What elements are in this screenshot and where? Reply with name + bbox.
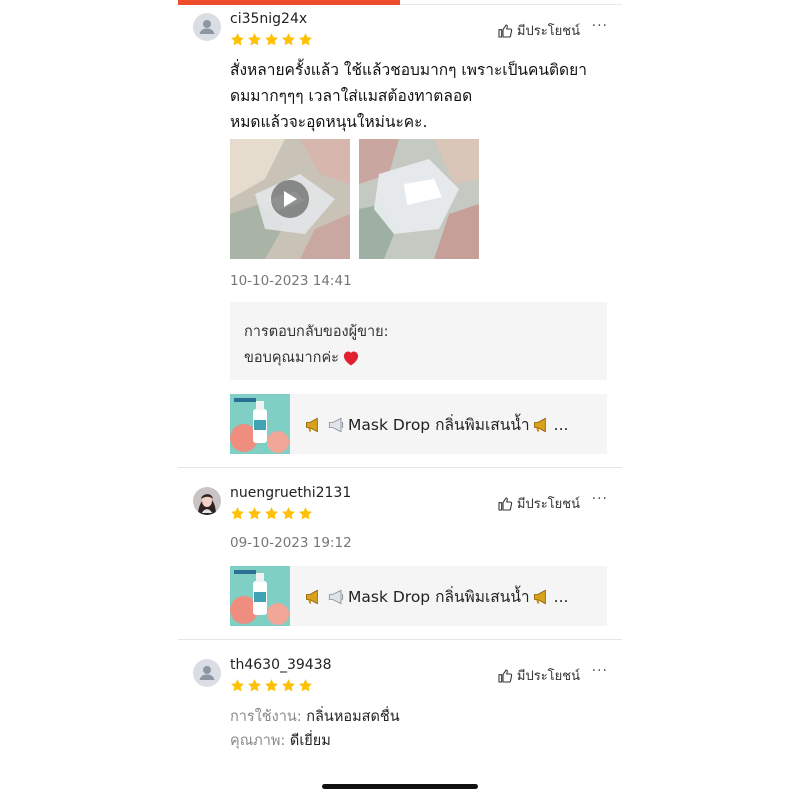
product-name-text: Mask Drop กลิ่นพิมเสนน้ำ bbox=[348, 588, 530, 606]
star-icon bbox=[281, 506, 296, 521]
star-rating bbox=[230, 32, 313, 48]
attribute-value: ดีเยี่ยม bbox=[289, 733, 331, 749]
star-icon bbox=[247, 506, 262, 521]
star-icon bbox=[247, 678, 262, 693]
star-rating bbox=[230, 678, 313, 694]
star-icon bbox=[298, 32, 313, 47]
star-icon bbox=[230, 506, 245, 521]
more-options-button[interactable]: ··· bbox=[592, 491, 608, 507]
review-card: nuengruethi2131 มีประโยชน์ ··· 09-10-202… bbox=[178, 468, 622, 638]
review-text-line: หมดแล้วจะอุดหนุนใหม่นะคะ. bbox=[230, 113, 428, 131]
seller-reply-body: ขอบคุณมากค่ะ bbox=[244, 346, 361, 369]
product-link[interactable]: Mask Drop กลิ่นพิมเสนน้ำ ... bbox=[230, 394, 607, 454]
profile-photo bbox=[193, 487, 221, 515]
star-icon bbox=[247, 32, 262, 47]
product-name-ellipsis: ... bbox=[553, 587, 569, 606]
star-icon bbox=[264, 506, 279, 521]
review-media bbox=[230, 139, 479, 259]
username[interactable]: th4630_39438 bbox=[230, 657, 332, 673]
seller-reply-title: การตอบกลับของผู้ขาย: bbox=[244, 324, 389, 340]
star-icon bbox=[230, 32, 245, 47]
helpful-label: มีประโยชน์ bbox=[516, 497, 580, 512]
star-icon bbox=[281, 678, 296, 693]
seller-reply: การตอบกลับของผู้ขาย: ขอบคุณมากค่ะ bbox=[230, 302, 607, 380]
star-rating bbox=[230, 506, 313, 522]
username[interactable]: ci35nig24x bbox=[230, 11, 307, 27]
review-attribute-quality: คุณภาพ: ดีเยี่ยม bbox=[230, 729, 331, 752]
review-text: สั่งหลายครั้งแล้ว ใช้แล้วชอบมากๆ เพราะเป… bbox=[230, 57, 610, 135]
horn-icon bbox=[532, 587, 552, 607]
product-image bbox=[230, 566, 290, 626]
megaphone-icon bbox=[326, 415, 346, 435]
avatar[interactable] bbox=[193, 13, 221, 41]
person-icon bbox=[193, 13, 221, 41]
star-icon bbox=[298, 678, 313, 693]
play-icon bbox=[284, 191, 297, 207]
seller-reply-text: ขอบคุณมากค่ะ bbox=[244, 350, 339, 366]
review-card: th4630_39438 มีประโยชน์ ··· การใช้งาน: ก… bbox=[178, 640, 622, 780]
helpful-button[interactable]: มีประโยชน์ bbox=[497, 20, 580, 41]
thumbs-up-icon bbox=[497, 668, 513, 684]
product-link[interactable]: Mask Drop กลิ่นพิมเสนน้ำ ... bbox=[230, 566, 607, 626]
review-attribute-usage: การใช้งาน: กลิ่นหอมสดชื่น bbox=[230, 705, 400, 728]
horn-icon bbox=[304, 415, 324, 435]
star-icon bbox=[281, 32, 296, 47]
attribute-value: กลิ่นหอมสดชื่น bbox=[306, 709, 400, 725]
heart-icon bbox=[341, 348, 361, 368]
more-options-button[interactable]: ··· bbox=[592, 18, 608, 34]
review-text-line: ดมมากๆๆๆ เวลาใส่แมสต้องทาตลอด bbox=[230, 87, 473, 105]
product-name-ellipsis: ... bbox=[553, 415, 569, 434]
username[interactable]: nuengruethi2131 bbox=[230, 485, 351, 501]
helpful-button[interactable]: มีประโยชน์ bbox=[497, 665, 580, 686]
megaphone-icon bbox=[326, 587, 346, 607]
product-name: Mask Drop กลิ่นพิมเสนน้ำ ... bbox=[304, 584, 568, 609]
play-button[interactable] bbox=[271, 180, 309, 218]
star-icon bbox=[264, 32, 279, 47]
helpful-button[interactable]: มีประโยชน์ bbox=[497, 493, 580, 514]
product-name: Mask Drop กลิ่นพิมเสนน้ำ ... bbox=[304, 412, 568, 437]
product-image bbox=[230, 394, 290, 454]
horn-icon bbox=[532, 415, 552, 435]
more-options-button[interactable]: ··· bbox=[592, 663, 608, 679]
review-video-thumbnail[interactable] bbox=[230, 139, 350, 259]
helpful-label: มีประโยชน์ bbox=[516, 24, 580, 39]
thumbs-up-icon bbox=[497, 23, 513, 39]
helpful-label: มีประโยชน์ bbox=[516, 669, 580, 684]
review-date: 10-10-2023 14:41 bbox=[230, 273, 352, 289]
horn-icon bbox=[304, 587, 324, 607]
avatar[interactable] bbox=[193, 659, 221, 687]
thumbs-up-icon bbox=[497, 496, 513, 512]
product-name-text: Mask Drop กลิ่นพิมเสนน้ำ bbox=[348, 416, 530, 434]
star-icon bbox=[230, 678, 245, 693]
review-date: 09-10-2023 19:12 bbox=[230, 535, 352, 551]
review-card: ci35nig24x มีประโยชน์ ··· สั่งหลายครั้งแ… bbox=[178, 0, 622, 466]
person-icon bbox=[193, 659, 221, 687]
review-text-line: สั่งหลายครั้งแล้ว ใช้แล้วชอบมากๆ เพราะเป… bbox=[230, 61, 587, 79]
attribute-label: การใช้งาน: bbox=[230, 709, 302, 725]
attribute-label: คุณภาพ: bbox=[230, 733, 286, 749]
star-icon bbox=[264, 678, 279, 693]
home-indicator bbox=[322, 784, 478, 789]
review-image-thumbnail[interactable] bbox=[359, 139, 479, 259]
avatar[interactable] bbox=[193, 487, 221, 515]
star-icon bbox=[298, 506, 313, 521]
